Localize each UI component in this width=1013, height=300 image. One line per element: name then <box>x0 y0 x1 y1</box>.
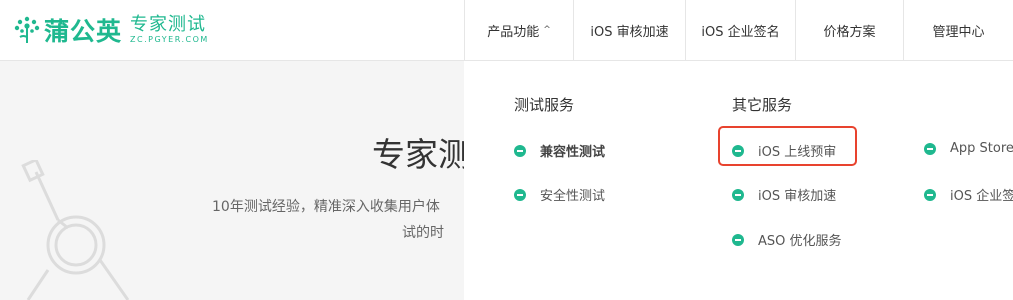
arrow-circle-icon <box>732 188 744 201</box>
arrow-circle-icon <box>924 142 936 155</box>
brand-domain: ZC.PGYER.COM <box>130 35 209 44</box>
arrow-circle-icon <box>514 144 526 157</box>
menu-item-ios-enterprise-sign[interactable]: iOS 企业签 <box>924 185 1013 204</box>
nav-item-products[interactable]: 产品功能 ^ <box>464 0 573 60</box>
hero-description: 10年测试经验，精准深入收集用户体 <box>212 199 440 215</box>
nav-item-ios-enterprise[interactable]: iOS 企业签名 <box>685 0 795 60</box>
logo[interactable]: 蒲公英 专家测试 ZC.PGYER.COM <box>14 12 209 48</box>
menu-item-ios-review-speedup[interactable]: iOS 审核加速 <box>732 185 836 204</box>
menu-item-label: 安全性测试 <box>540 189 606 204</box>
hero-description-line2: 试的时 <box>402 225 444 241</box>
arrow-circle-icon <box>924 188 936 201</box>
menu-item-label: App Store <box>950 141 1013 156</box>
menu-item-label: ASO 优化服务 <box>758 234 842 249</box>
dandelion-logo-icon <box>14 16 40 43</box>
nav-item-label: 产品功能 <box>487 24 540 40</box>
hero-title: 专家测 <box>372 135 471 174</box>
menu-item-label: iOS 企业签 <box>950 189 1013 204</box>
column-title-other: 其它服务 <box>732 96 793 114</box>
testing-illustration-icon <box>21 160 130 300</box>
brand-product: 专家测试 <box>130 14 207 35</box>
brand-name: 蒲公英 <box>44 17 123 46</box>
menu-item-security-test[interactable]: 安全性测试 <box>514 185 605 204</box>
main-nav: 产品功能 ^ iOS 审核加速 iOS 企业签名 价格方案 管理中心 <box>464 0 1013 60</box>
highlight-box <box>718 126 857 166</box>
menu-item-aso-optimization[interactable]: ASO 优化服务 <box>732 230 842 249</box>
menu-item-app-store[interactable]: App Store <box>924 141 1013 156</box>
nav-item-pricing[interactable]: 价格方案 <box>795 0 903 60</box>
arrow-circle-icon <box>514 188 526 201</box>
nav-item-ios-review[interactable]: iOS 审核加速 <box>573 0 685 60</box>
chevron-up-icon: ^ <box>543 25 551 35</box>
menu-item-label: 兼容性测试 <box>540 145 606 160</box>
menu-item-compatibility-test[interactable]: 兼容性测试 <box>514 141 605 160</box>
products-dropdown: 测试服务 兼容性测试 安全性测试 其它服务 iOS 上线预审 iOS 审核加速 … <box>464 61 1013 300</box>
arrow-circle-icon <box>732 233 744 246</box>
nav-item-admin[interactable]: 管理中心 <box>903 0 1013 60</box>
menu-item-label: iOS 审核加速 <box>758 189 837 204</box>
column-title-testing: 测试服务 <box>514 96 575 114</box>
header: 蒲公英 专家测试 ZC.PGYER.COM 产品功能 ^ iOS 审核加速 iO… <box>0 0 1013 61</box>
